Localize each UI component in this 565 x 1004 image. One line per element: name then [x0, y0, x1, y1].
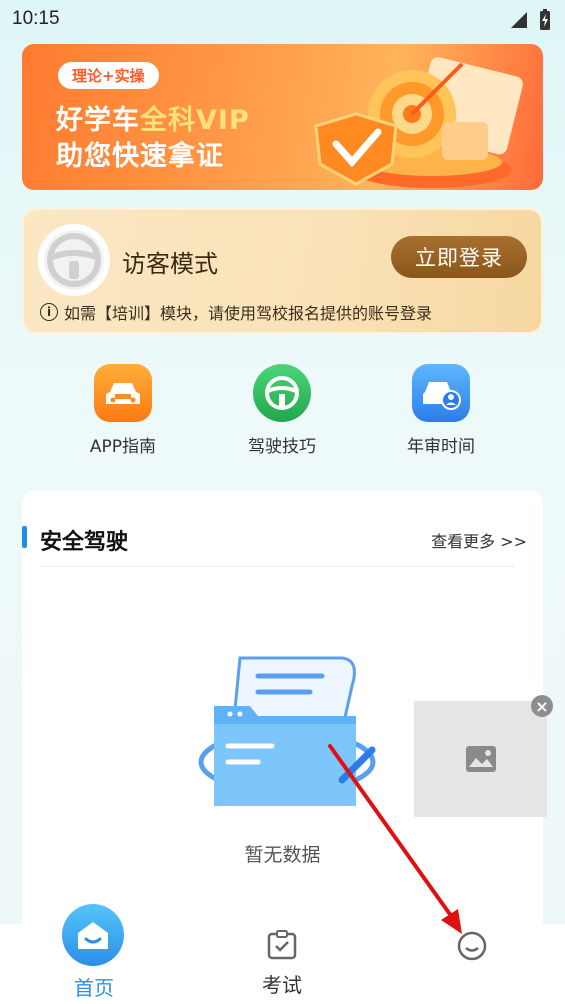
- tab-profile[interactable]: [412, 930, 532, 967]
- shortcut-annual-review[interactable]: 年审时间: [381, 360, 501, 457]
- guest-mode-title: 访客模式: [122, 250, 218, 278]
- section-accent-bar: [22, 526, 27, 548]
- login-button[interactable]: 立即登录: [391, 236, 527, 278]
- guest-note-text: 如需【培训】模块，请使用驾校报名提供的账号登录: [64, 304, 433, 323]
- shortcut-driving-tips[interactable]: 驾驶技巧: [222, 360, 342, 457]
- profile-face-icon: [457, 931, 487, 961]
- tab-home-button[interactable]: [62, 904, 124, 966]
- floating-ad[interactable]: [414, 701, 547, 817]
- image-placeholder-icon: [465, 746, 496, 772]
- banner-headline: 好学车全科VIP: [56, 105, 250, 136]
- shortcut-label: APP指南: [89, 437, 157, 457]
- exam-clipboard-icon: [267, 930, 297, 960]
- banner-subline: 助您快速拿证: [56, 141, 224, 172]
- signal-icon: [511, 12, 527, 28]
- tab-exam-label: 考试: [262, 973, 302, 997]
- home-icon: [78, 922, 108, 949]
- status-icons: [509, 9, 551, 31]
- steering-wheel-avatar-icon: [44, 230, 104, 290]
- battery-icon: [540, 9, 550, 30]
- section-title: 安全驾驶: [40, 530, 129, 555]
- shortcut-app-guide[interactable]: APP指南: [63, 360, 183, 457]
- status-bar: 10:15: [0, 0, 565, 38]
- empty-state-text: 暂无数据: [244, 844, 321, 866]
- shortcut-row: APP指南 驾驶技巧 年审时间: [0, 360, 565, 460]
- divider: [40, 566, 515, 567]
- shortcut-label: 年审时间: [407, 437, 475, 457]
- car-person-icon: [412, 364, 470, 422]
- tab-exam[interactable]: 考试: [222, 930, 342, 998]
- info-icon: i: [40, 303, 58, 321]
- guest-note: i 如需【培训】模块，请使用驾校报名提供的账号登录: [40, 300, 432, 324]
- avatar: [38, 224, 110, 296]
- vip-banner[interactable]: 理论+实操 好学车全科VIP 助您快速拿证: [22, 44, 543, 190]
- banner-tag: 理论+实操: [58, 62, 159, 89]
- target-shield-illustration: [314, 57, 523, 188]
- shortcut-label: 驾驶技巧: [248, 437, 316, 457]
- status-time: 10:15: [12, 8, 60, 29]
- close-ad-icon[interactable]: ×: [531, 695, 553, 717]
- steering-wheel-icon: [253, 364, 311, 422]
- see-more-link[interactable]: 查看更多 >>: [431, 528, 527, 552]
- guest-card: 访客模式 立即登录 i 如需【培训】模块，请使用驾校报名提供的账号登录: [22, 208, 543, 334]
- car-icon: [94, 364, 152, 422]
- empty-folder-illustration: [198, 656, 376, 806]
- tab-home-label[interactable]: 首页: [34, 972, 154, 1001]
